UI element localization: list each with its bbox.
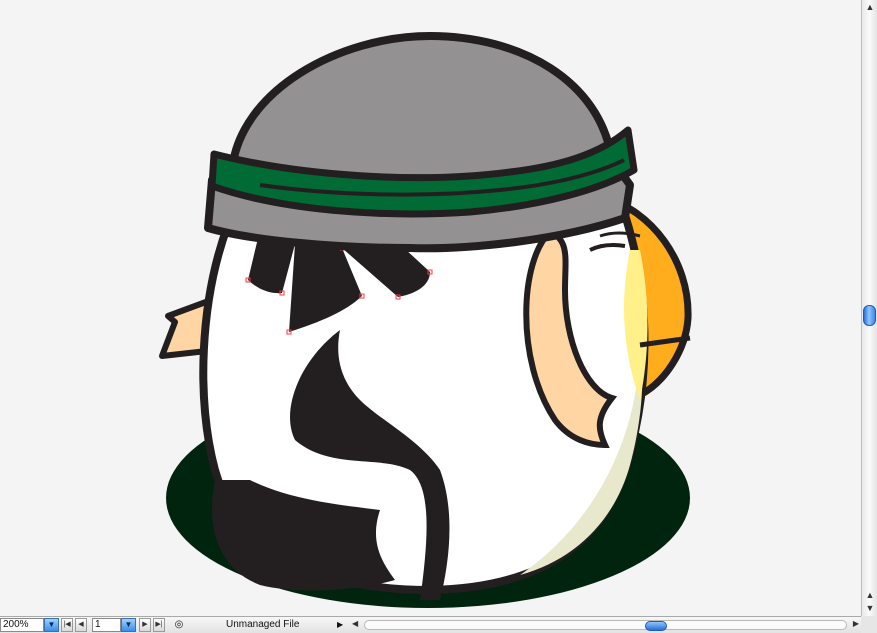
vertical-scrollbar[interactable]: ▲ ▲ ▼ [861,0,877,616]
vertical-scroll-thumb[interactable] [863,305,876,326]
page-number-input[interactable]: 1 [92,618,121,632]
next-page-icon[interactable]: ▶ [139,618,151,632]
scroll-up-icon[interactable]: ▲ [865,2,875,12]
triangle-right-icon[interactable]: ▶ [337,618,347,632]
version-cue-icon[interactable]: ◎ [172,618,186,632]
scroll-down-icon[interactable]: ▼ [865,603,875,613]
previous-page-icon[interactable]: ◀ [75,618,87,632]
chevron-down-icon[interactable]: ▼ [44,618,59,632]
character-illustration[interactable] [0,0,861,616]
horizontal-scrollbar[interactable]: ◀ ▶ [350,618,861,632]
artboard-canvas[interactable] [0,0,861,616]
page-dropdown-chevron-icon[interactable]: ▼ [121,618,136,632]
horizontal-scroll-thumb[interactable] [645,621,667,631]
status-bar: 200% ▼ |◀ ◀ 1 ▼ ▶ ▶| ◎ Unmanaged File ▶ … [0,616,877,633]
first-page-icon[interactable]: |◀ [61,618,73,632]
resize-grip[interactable] [861,616,877,633]
scroll-left-icon[interactable]: ◀ [352,619,358,628]
horizontal-scroll-track[interactable] [364,620,847,631]
last-page-icon[interactable]: ▶| [153,618,165,632]
document-status: Unmanaged File [226,619,300,630]
zoom-input[interactable]: 200% [0,618,44,632]
scroll-up-icon-bottom[interactable]: ▲ [865,590,875,600]
scroll-right-icon[interactable]: ▶ [853,619,859,628]
